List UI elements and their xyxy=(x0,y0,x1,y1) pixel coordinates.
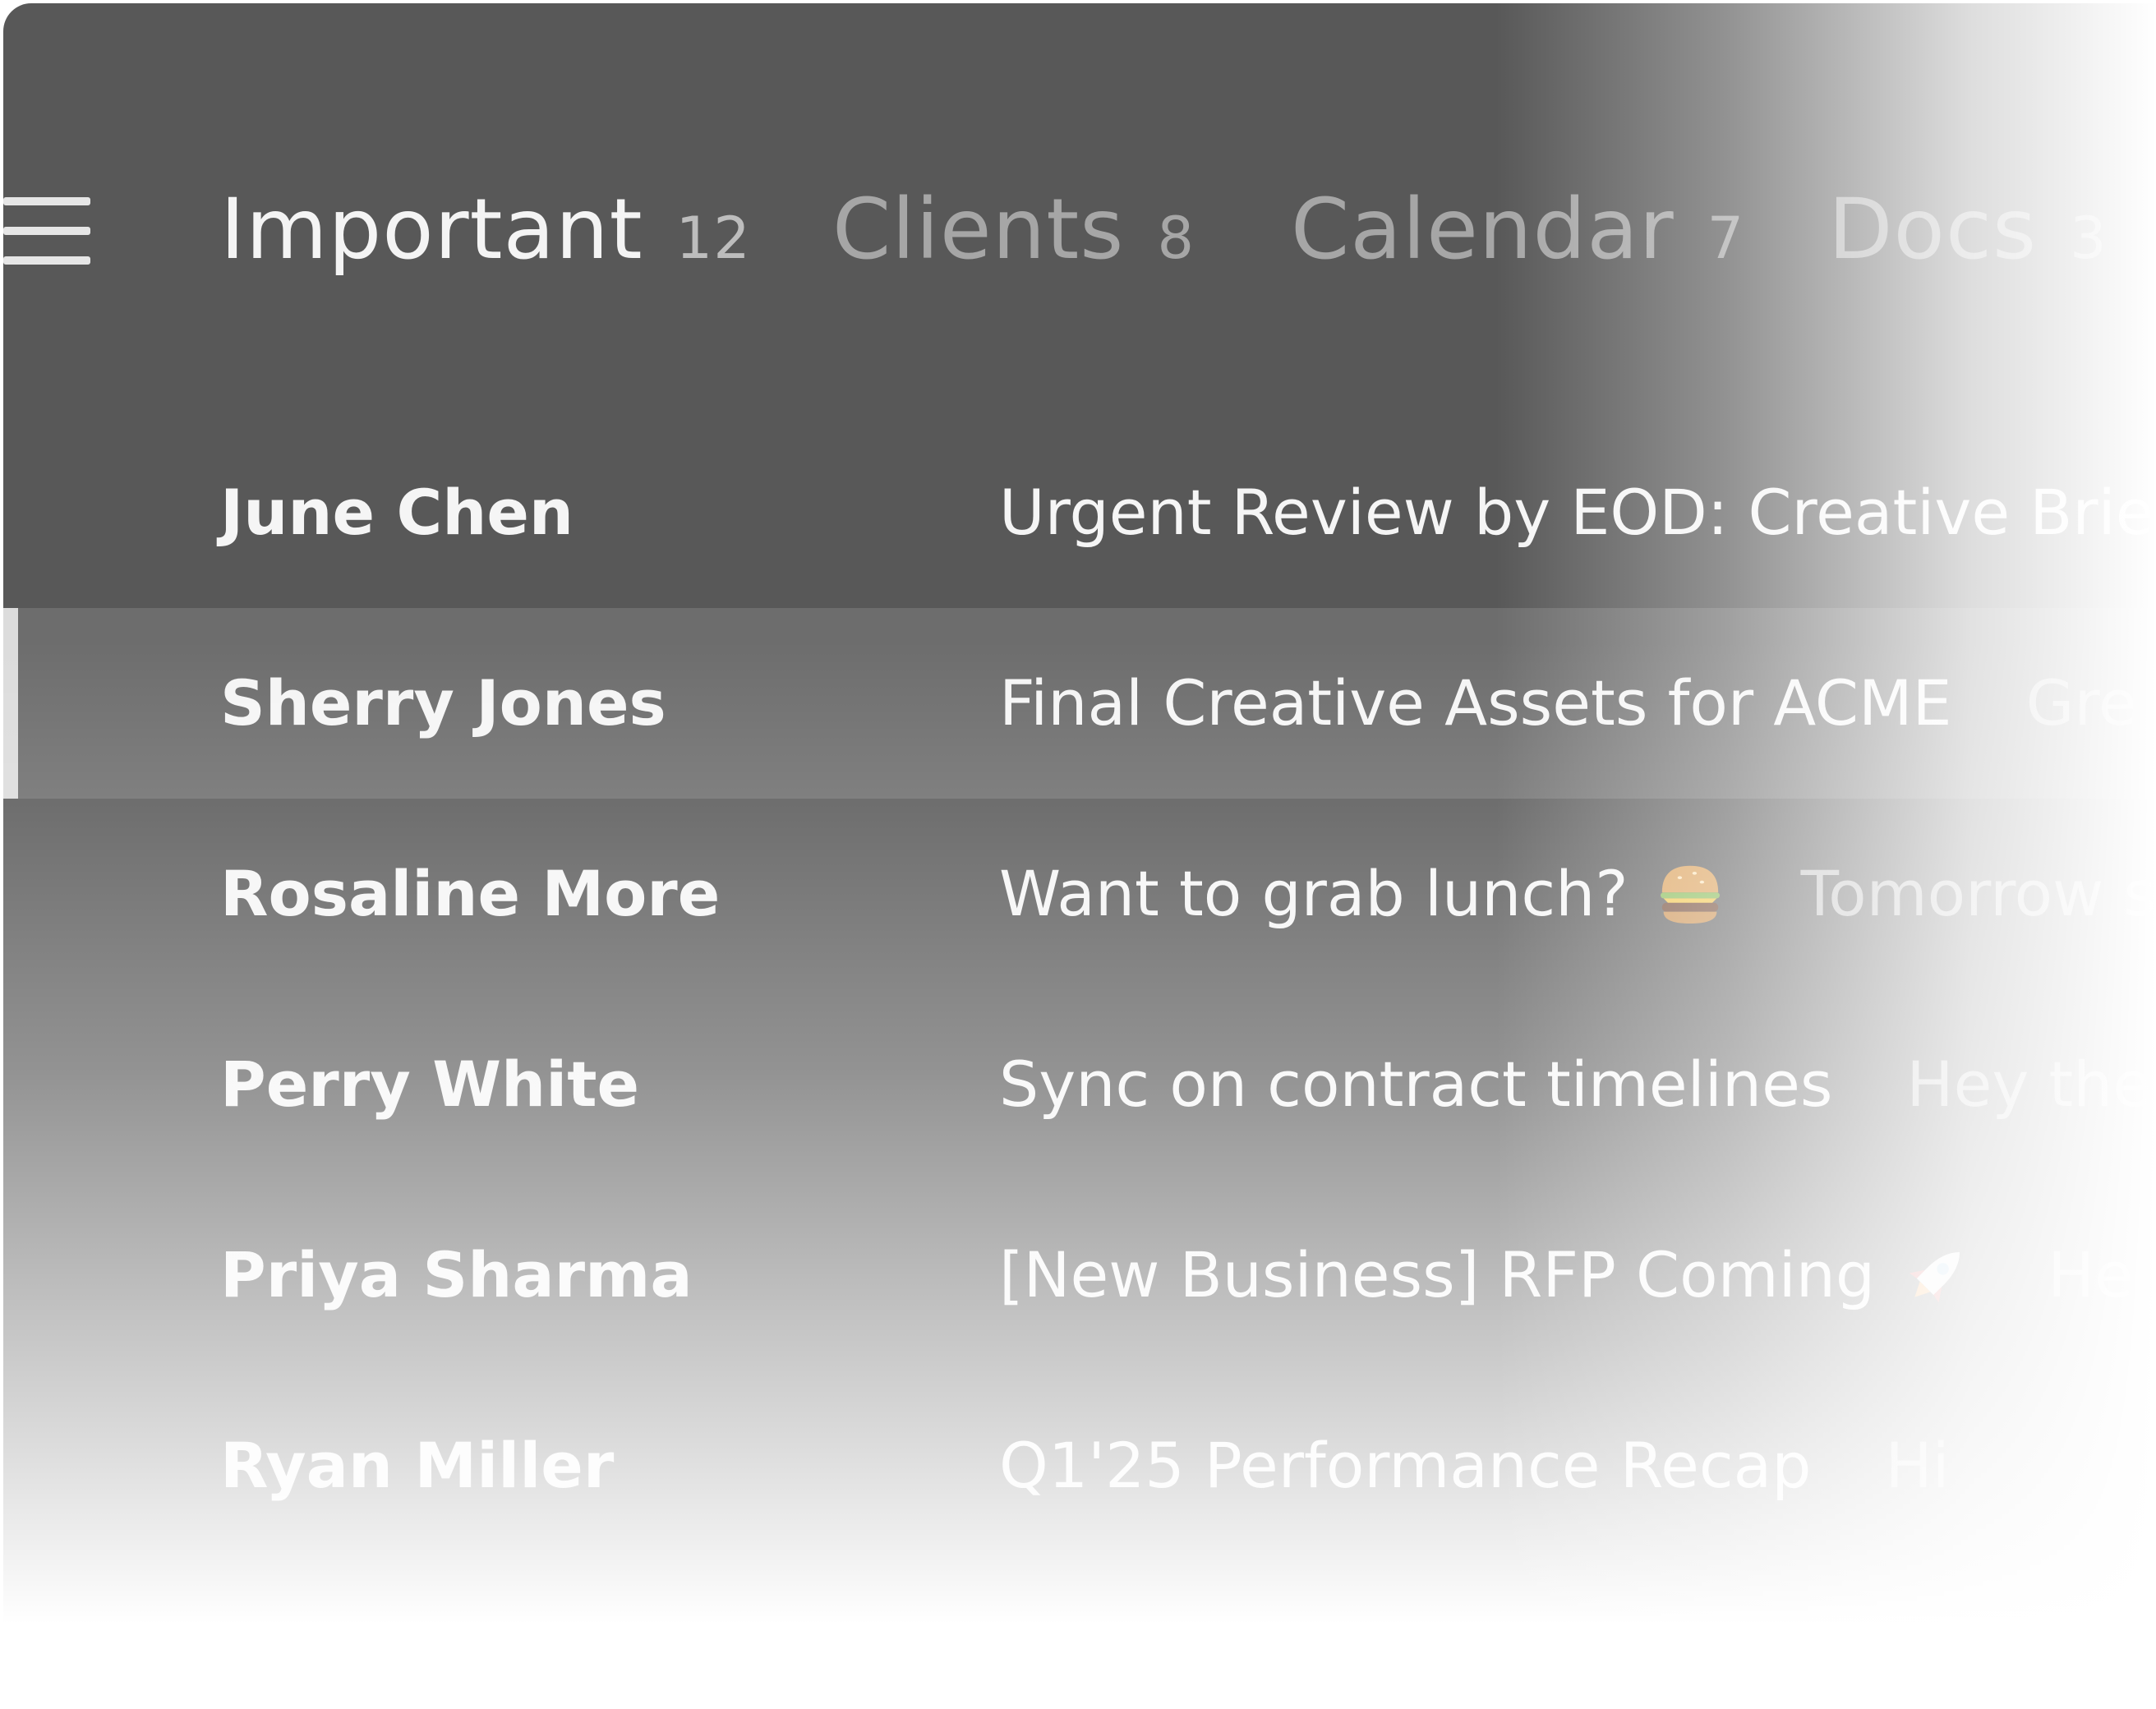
tab-label: Calendar xyxy=(1291,181,1675,279)
email-subject-line: [New Business] RFP Coming He xyxy=(999,1180,2133,1370)
email-snippet: Gre xyxy=(2025,666,2137,739)
email-subject: Sync on contract timelines xyxy=(999,1048,1833,1121)
email-snippet: Tomorrow s xyxy=(1800,857,2156,930)
email-snippet: He xyxy=(2048,1238,2134,1311)
tab-docs[interactable]: Docs 3 xyxy=(1828,181,2108,279)
mail-panel: Important 12 Clients 8 Calendar 7 Docs 3… xyxy=(3,3,2156,1647)
email-sender: Rosaline More xyxy=(220,857,721,930)
hamburger-menu-icon[interactable] xyxy=(3,197,90,266)
tab-label: Clients xyxy=(832,181,1125,279)
email-sender: Priya Sharma xyxy=(220,1238,693,1311)
email-row[interactable]: Rosaline More Want to grab lunch? Tomorr… xyxy=(3,799,2156,989)
tab-count: 7 xyxy=(1707,205,1745,272)
rocket-icon xyxy=(1910,1251,1960,1303)
email-row[interactable]: June Chen Urgent Review by EOD: Creative… xyxy=(3,417,2156,608)
email-row-selected[interactable]: Sherry Jones Final Creative Assets for A… xyxy=(3,608,2156,799)
email-subject-line: Final Creative Assets for ACME Gre xyxy=(999,608,2137,799)
email-row[interactable]: Priya Sharma [New Business] RFP Coming H… xyxy=(3,1180,2156,1370)
email-subject: [New Business] RFP Coming xyxy=(999,1238,1876,1311)
email-subject-line: Sync on contract timelines Hey the xyxy=(999,989,2151,1180)
email-sender: Ryan Miller xyxy=(220,1429,615,1502)
email-subject: Final Creative Assets for ACME xyxy=(999,666,1952,739)
tab-clients[interactable]: Clients 8 xyxy=(832,181,1195,279)
email-row[interactable]: Perry White Sync on contract timelines H… xyxy=(3,989,2156,1180)
tab-label: Docs xyxy=(1828,181,2038,279)
tab-label: Important xyxy=(220,181,643,279)
app-window: Important 12 Clients 8 Calendar 7 Docs 3… xyxy=(0,0,2156,1709)
email-snippet: Hi xyxy=(1885,1429,1950,1502)
selection-indicator xyxy=(3,608,18,799)
tab-count: 8 xyxy=(1157,205,1195,272)
tab-important[interactable]: Important 12 xyxy=(220,181,751,279)
email-sender: June Chen xyxy=(220,476,574,549)
email-sender: Sherry Jones xyxy=(220,666,666,739)
tab-count: 3 xyxy=(2070,205,2108,272)
email-subject: Want to grab lunch? xyxy=(999,857,1629,930)
email-subject-line: Want to grab lunch? Tomorrow s xyxy=(999,799,2156,989)
burger-icon xyxy=(1660,865,1720,924)
tab-count: 12 xyxy=(675,205,751,272)
email-snippet: Hey the xyxy=(1906,1048,2152,1121)
tab-calendar[interactable]: Calendar 7 xyxy=(1291,181,1744,279)
email-sender: Perry White xyxy=(220,1048,640,1121)
email-subject-line: Q1'25 Performance Recap Hi xyxy=(999,1370,1950,1561)
email-subject: Urgent Review by EOD: Creative Brief f xyxy=(999,476,2156,549)
email-subject-line: Urgent Review by EOD: Creative Brief f xyxy=(999,417,2156,608)
email-subject: Q1'25 Performance Recap xyxy=(999,1429,1812,1502)
email-row[interactable]: Ryan Miller Q1'25 Performance Recap Hi xyxy=(3,1370,2156,1561)
